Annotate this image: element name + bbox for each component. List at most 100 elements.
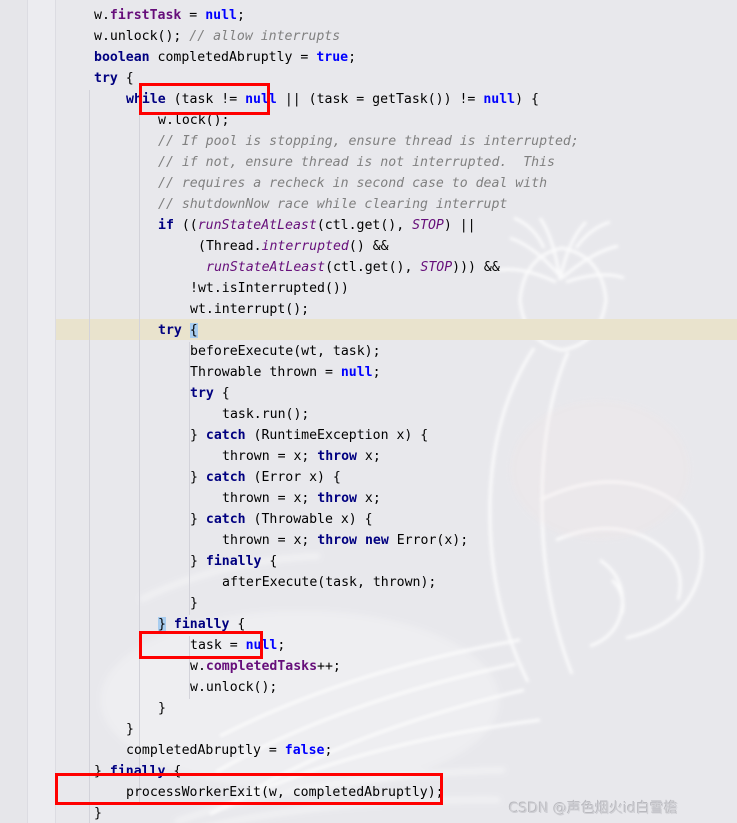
code-line[interactable]: afterExecute(task, thrown); [222, 573, 436, 594]
code-token: // if not, ensure thread is not interrup… [158, 155, 555, 170]
code-token: beforeExecute(wt, task); [190, 344, 381, 359]
code-token: finally [173, 617, 230, 632]
code-token: } [190, 554, 206, 569]
code-token: true [316, 50, 349, 65]
code-token: try [158, 323, 182, 338]
code-token: ; [348, 50, 357, 65]
code-line[interactable]: try { [190, 384, 230, 405]
code-token: throw [317, 449, 357, 464]
code-line[interactable]: // if not, ensure thread is not interrup… [158, 153, 555, 174]
code-token: } [190, 428, 206, 443]
code-token: w.unlock(); [190, 680, 278, 695]
code-line[interactable]: Throwable thrown = null; [190, 363, 381, 384]
code-line[interactable]: wt.interrupt(); [190, 300, 309, 321]
code-token: (Throwable x) { [245, 512, 373, 527]
csdn-watermark: CSDN @声色烟火id白雪檐 CSDN @声色烟火id白雪檐 [508, 797, 679, 817]
code-token: catch [205, 470, 246, 485]
code-line[interactable]: w.unlock(); // allow interrupts [94, 27, 340, 48]
code-token: STOP [420, 260, 453, 275]
code-line[interactable]: } catch (RuntimeException x) { [190, 426, 428, 447]
code-token: completedTasks [205, 659, 318, 674]
code-token: runStateAtLeast [197, 218, 317, 233]
code-token: null [340, 365, 373, 380]
code-line[interactable]: thrown = x; throw x; [222, 489, 381, 510]
code-line[interactable]: boolean completedAbruptly = true; [94, 48, 356, 69]
code-text-area[interactable]: w.firstTask = null; w.unlock(); // allow … [0, 0, 737, 823]
code-line[interactable]: } [158, 699, 166, 720]
code-line[interactable]: thrown = x; throw x; [222, 447, 381, 468]
code-token: ) || [443, 218, 476, 233]
code-token: = [181, 8, 206, 23]
highlight-box-task-null-assign [139, 631, 263, 659]
code-token: try [94, 71, 118, 86]
code-token: w. [94, 8, 110, 23]
code-line[interactable]: } [190, 594, 198, 615]
code-token: (Thread. [198, 239, 262, 254]
code-token: // requires a recheck in second case to … [158, 176, 548, 191]
code-token: { [189, 323, 198, 338]
code-line[interactable]: w.unlock(); [190, 678, 277, 699]
code-line[interactable]: } [126, 720, 134, 741]
code-line[interactable]: } finally { [190, 552, 277, 573]
code-token: boolean [94, 50, 150, 65]
code-line[interactable]: // If pool is stopping, ensure thread is… [158, 132, 579, 153]
code-line[interactable]: w.firstTask = null; [94, 6, 245, 27]
code-token: w. [190, 659, 206, 674]
code-token: STOP [412, 218, 444, 233]
code-line[interactable]: } catch (Throwable x) { [190, 510, 373, 531]
code-line[interactable]: completedAbruptly = false; [126, 741, 332, 762]
code-token: || (task = getTask()) != [276, 92, 484, 107]
code-token: (ctl.get(), [325, 260, 421, 275]
code-token: throw [317, 491, 357, 506]
code-line[interactable]: } catch (Error x) { [190, 468, 341, 489]
code-token: finally [205, 554, 262, 569]
code-line[interactable]: } [94, 804, 102, 823]
code-token: thrown = x; [222, 491, 318, 506]
code-token: Throwable thrown = [190, 365, 341, 380]
code-token: } [190, 470, 206, 485]
code-token: { [261, 554, 278, 569]
code-token: } [190, 512, 206, 527]
code-line[interactable]: if ((runStateAtLeast(ctl.get(), STOP) || [158, 216, 476, 237]
code-token: { [229, 617, 246, 632]
code-editor-window: w.firstTask = null; w.unlock(); // allow … [0, 0, 737, 823]
code-token: catch [205, 512, 246, 527]
code-token: // shutdownNow race while clearing inter… [158, 197, 508, 212]
code-token: thrown = x; [222, 449, 318, 464]
code-token: null [483, 92, 516, 107]
code-line[interactable]: runStateAtLeast(ctl.get(), STOP))) && [206, 258, 500, 279]
code-token: Error(x); [388, 533, 469, 548]
code-token: } [190, 596, 198, 611]
watermark-ghost-text: CSDN @声色烟火id白雪檐 [509, 801, 679, 817]
code-token: ++; [317, 659, 341, 674]
code-token: new [364, 533, 389, 548]
code-token: firstTask [109, 8, 182, 23]
code-token: runStateAtLeast [206, 260, 326, 275]
code-token: completedAbruptly = [149, 50, 317, 65]
code-token: interrupted [261, 239, 349, 254]
code-line[interactable]: try { [94, 69, 134, 90]
code-line[interactable]: try { [158, 321, 198, 342]
code-token: x; [356, 491, 381, 506]
code-token: ; [372, 365, 381, 380]
code-token: ; [324, 743, 333, 758]
code-line[interactable]: !wt.isInterrupted()) [190, 279, 349, 300]
highlight-box-while-condition [139, 83, 270, 115]
code-token: !wt.isInterrupted()) [190, 281, 349, 296]
code-token: (( [173, 218, 198, 233]
code-line[interactable]: w.completedTasks++; [190, 657, 341, 678]
code-line[interactable]: task.run(); [222, 405, 309, 426]
code-token: (Error x) { [245, 470, 341, 485]
code-token: false [284, 743, 325, 758]
code-token: } [126, 722, 134, 737]
code-token: } [158, 617, 166, 632]
code-line[interactable]: // shutdownNow race while clearing inter… [158, 195, 507, 216]
code-line[interactable]: beforeExecute(wt, task); [190, 342, 381, 363]
code-line[interactable]: // requires a recheck in second case to … [158, 174, 547, 195]
code-token: ; [236, 8, 245, 23]
code-line[interactable]: thrown = x; throw new Error(x); [222, 531, 468, 552]
code-line[interactable]: (Thread.interrupted() && [198, 237, 389, 258]
